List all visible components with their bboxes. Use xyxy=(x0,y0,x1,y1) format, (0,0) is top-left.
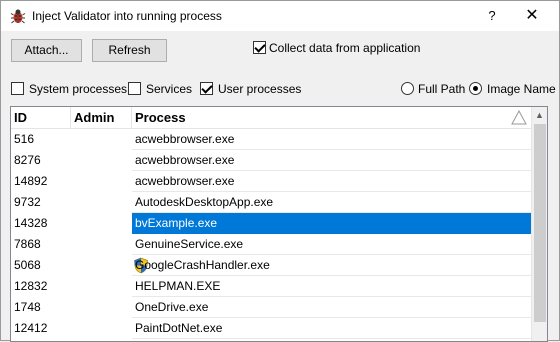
admin-cell xyxy=(71,276,132,297)
process-name-cell: PaintDotNet.exe xyxy=(132,318,531,339)
admin-cell xyxy=(71,234,132,255)
inject-validator-dialog: Inject Validator into running process ? … xyxy=(0,0,560,342)
refresh-button[interactable]: Refresh xyxy=(92,39,167,62)
close-button[interactable]: ✕ xyxy=(515,5,549,27)
system-processes-checkbox[interactable] xyxy=(11,82,24,95)
full-path-label: Full Path xyxy=(418,82,466,96)
table-row[interactable]: 14892 acwebbrowser.exe xyxy=(11,171,531,192)
table-row[interactable]: 1748 OneDrive.exe xyxy=(11,297,531,318)
process-id-cell: 14328 xyxy=(14,216,48,230)
process-id-cell: 9732 xyxy=(14,195,41,209)
process-id-cell: 516 xyxy=(14,132,35,146)
process-list[interactable]: ID Admin Process 516 acwebbrowser.exe 8276… xyxy=(10,106,548,342)
attach-button[interactable]: Attach... xyxy=(11,39,82,62)
image-name-radio[interactable] xyxy=(469,82,482,95)
column-header-id[interactable]: ID xyxy=(11,107,71,129)
process-name-cell: OneDrive.exe xyxy=(132,297,531,318)
scroll-up-icon[interactable]: ▲ xyxy=(535,110,544,120)
admin-cell xyxy=(71,318,132,339)
image-name-label: Image Name xyxy=(487,82,556,96)
admin-cell xyxy=(71,150,132,171)
column-header-admin[interactable]: Admin xyxy=(71,107,132,129)
user-processes-label: User processes xyxy=(218,82,302,96)
table-row[interactable]: 9732 AutodeskDesktopApp.exe xyxy=(11,192,531,213)
bug-icon xyxy=(10,9,26,24)
admin-cell xyxy=(71,213,132,234)
column-header-process[interactable]: Process xyxy=(132,107,531,129)
process-id-cell: 5068 xyxy=(14,258,41,272)
system-processes-label: System processes xyxy=(29,82,128,96)
window-title: Inject Validator into running process xyxy=(32,9,222,23)
process-id-cell: 14892 xyxy=(14,174,48,188)
user-processes-checkbox[interactable] xyxy=(200,82,213,95)
admin-cell xyxy=(71,171,132,192)
process-id-cell: 12832 xyxy=(14,279,48,293)
process-name-cell: acwebbrowser.exe xyxy=(132,171,531,192)
title-bar: Inject Validator into running process ? … xyxy=(1,1,559,31)
vertical-scrollbar[interactable]: ▲ xyxy=(531,107,547,341)
services-checkbox[interactable] xyxy=(128,82,141,95)
process-name-cell: GenuineService.exe xyxy=(132,234,531,255)
scrollbar-thumb[interactable] xyxy=(534,124,546,322)
full-path-radio[interactable] xyxy=(401,82,414,95)
process-name-cell: AutodeskDesktopApp.exe xyxy=(132,192,531,213)
process-id-cell: 8276 xyxy=(14,153,41,167)
table-row[interactable]: 12832 HELPMAN.EXE xyxy=(11,276,531,297)
services-label: Services xyxy=(146,82,193,96)
admin-cell xyxy=(71,255,148,276)
help-button[interactable]: ? xyxy=(479,5,505,27)
collect-data-label: Collect data from application xyxy=(269,41,421,55)
process-id-cell: 7868 xyxy=(14,237,41,251)
process-id-cell: 1748 xyxy=(14,300,41,314)
sort-ascending-icon xyxy=(511,110,527,125)
list-header: ID Admin Process xyxy=(11,107,531,129)
table-row[interactable]: 516 acwebbrowser.exe xyxy=(11,129,531,150)
process-name-cell: acwebbrowser.exe xyxy=(132,150,531,171)
process-name-cell: acwebbrowser.exe xyxy=(132,129,531,150)
admin-cell xyxy=(71,297,132,318)
process-name-cell: bvExample.exe xyxy=(132,213,531,234)
table-row[interactable]: 7868 GenuineService.exe xyxy=(11,234,531,255)
collect-data-checkbox[interactable] xyxy=(253,41,266,54)
table-row[interactable]: 12412 PaintDotNet.exe xyxy=(11,318,531,339)
process-id-cell: 12412 xyxy=(14,321,48,335)
process-name-cell: HELPMAN.EXE xyxy=(132,276,531,297)
table-row[interactable]: 8276 acwebbrowser.exe xyxy=(11,150,531,171)
table-row[interactable]: 5068 GoogleCrashHandler.exe xyxy=(11,255,531,276)
admin-cell xyxy=(71,129,132,150)
table-row[interactable]: 14328 bvExample.exe xyxy=(11,213,531,234)
process-name-cell: GoogleCrashHandler.exe xyxy=(132,255,531,276)
admin-cell xyxy=(71,192,132,213)
